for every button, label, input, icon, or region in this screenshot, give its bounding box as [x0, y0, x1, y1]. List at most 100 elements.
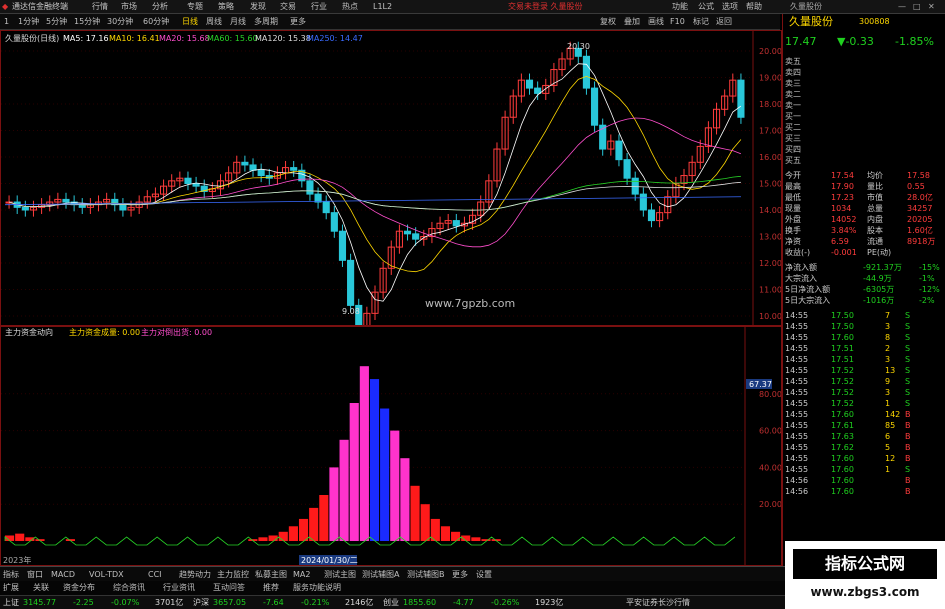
tick-cell: 17.50 [831, 322, 854, 331]
indicator-tab[interactable]: 设置 [476, 570, 492, 580]
tick-cell: 17.51 [831, 355, 854, 364]
menu-item[interactable]: 交易 [280, 2, 296, 12]
info-tab[interactable]: 推荐 [263, 583, 279, 593]
tick-row: 14:55 17.51 2 S [783, 343, 945, 354]
high-label: 20.30 [567, 42, 590, 51]
stats-cell: 8918万 [907, 237, 936, 246]
candle-body [590, 87, 599, 126]
menu-item[interactable]: 专题 [187, 2, 203, 12]
period-tab[interactable]: 15分钟 [74, 17, 100, 27]
status-cell: -0.26% [491, 598, 520, 607]
stats-cell: 0.55 [907, 182, 925, 191]
info-tab[interactable]: 资金分布 [63, 583, 95, 593]
indicator-chart[interactable]: 主力资金动向 主力资金成量: 0.00 主力对倒出货: 0.00 80.00 60… [0, 326, 782, 566]
flow-bar [339, 439, 349, 541]
indicator-tab[interactable]: 趋势动力 [179, 570, 211, 580]
info-tab[interactable]: 综合资讯 [113, 583, 145, 593]
kline-chart[interactable]: 久量股份(日线) MA5: 17.16 MA10: 16.41 MA20: 15… [0, 30, 782, 334]
toolbar-item[interactable]: 复权 [600, 17, 616, 27]
toolbar-item[interactable]: 叠加 [624, 17, 640, 27]
period-tab[interactable]: 60分钟 [143, 17, 169, 27]
tick-cell: 3 [885, 355, 891, 364]
toolbar-item[interactable]: 标记 [693, 17, 709, 27]
menu-item[interactable]: 行情 [92, 2, 108, 12]
stats-cell: 3.84% [831, 226, 857, 235]
period-tab-active[interactable]: 日线 [182, 17, 198, 27]
period-toolbar: 1 1分钟 5分钟 15分钟 30分钟 60分钟 日线 周线 月线 多周期 更多… [0, 14, 780, 30]
stats-cell: 17.23 [831, 193, 854, 202]
indicator-tab[interactable]: 私募主图 [255, 570, 287, 580]
info-tab[interactable]: 关联 [33, 583, 49, 593]
toolbar-item[interactable]: 画线 [648, 17, 664, 27]
info-tab[interactable]: 服务功能说明 [293, 583, 341, 593]
flow-bar [258, 537, 268, 541]
watermark: www.7gpzb.com [425, 297, 515, 310]
info-tab[interactable]: 扩展 [3, 583, 19, 593]
indicator-tab[interactable]: 主力监控 [217, 570, 249, 580]
period-tab[interactable]: 1 [4, 17, 9, 27]
menu-right[interactable]: 公式 [698, 2, 714, 12]
indicator-tab[interactable]: 窗口 [27, 570, 43, 580]
indicator-tab[interactable]: VOL-TDX [89, 570, 124, 580]
menu-item[interactable]: 行业 [311, 2, 327, 12]
indicator-tab[interactable]: 测试主图 [324, 570, 356, 580]
close-icon[interactable]: ✕ [928, 2, 935, 12]
status-cell: 3657.05 [213, 598, 247, 607]
indicator-svg: 主力资金动向 主力资金成量: 0.00 主力对倒出货: 0.00 80.00 60… [1, 327, 782, 565]
tick-cell: 14:55 [785, 344, 809, 353]
period-tab[interactable]: 1分钟 [18, 17, 39, 27]
indicator-tab[interactable]: MA2 [293, 570, 310, 580]
indicator-tab[interactable]: 测试辅图B [407, 570, 445, 580]
more-tab[interactable]: 更多 [290, 17, 306, 27]
toolbar-item[interactable]: 返回 [716, 17, 732, 27]
tick-row: 14:55 17.52 3 S [783, 387, 945, 398]
book-label: 卖一 [785, 101, 801, 110]
quote-name: 久量股份 [789, 15, 833, 28]
tick-cell: 14:55 [785, 333, 809, 342]
status-cell: -7.64 [263, 598, 284, 607]
tick-row: 14:56 17.60 B [783, 475, 945, 486]
menu-right[interactable]: 选项 [722, 2, 738, 12]
indicator-tab[interactable]: CCI [148, 570, 162, 580]
notice-text[interactable]: 交易未登录 久量股份 [508, 2, 583, 12]
ma-label: MA5: 17.16 [63, 34, 109, 43]
flow-row: 净流入额 -921.37万 -15% [783, 262, 945, 273]
period-tab[interactable]: 月线 [230, 17, 246, 27]
candle-body [647, 209, 656, 222]
book-label: 买二 [785, 123, 801, 132]
info-tab[interactable]: 互动问答 [213, 583, 245, 593]
menu-right[interactable]: 帮助 [746, 2, 762, 12]
tick-cell: 14:55 [785, 322, 809, 331]
tick-cell: 85 [885, 421, 896, 430]
maximize-icon[interactable]: □ [913, 2, 921, 12]
tick-cell: 17.60 [831, 465, 854, 474]
title-bar: ◆ 通达信金融终端 行情 市场 分析 专题 策略 发现 交易 行业 热点 L1L… [0, 0, 945, 14]
candle-body [615, 140, 623, 161]
menu-item[interactable]: L1L2 [373, 2, 392, 12]
flow-bar [309, 507, 319, 541]
indicator-tab[interactable]: 测试辅图A [362, 570, 399, 580]
indicator-tab[interactable]: 指标 [3, 570, 19, 580]
indicator-tab[interactable]: 更多 [452, 570, 468, 580]
menu-right[interactable]: 功能 [672, 2, 688, 12]
menu-item[interactable]: 发现 [250, 2, 266, 12]
period-tab[interactable]: 30分钟 [107, 17, 133, 27]
indicator-tab[interactable]: MACD [51, 570, 75, 580]
menu-item[interactable]: 策略 [218, 2, 234, 12]
menu-item[interactable]: 热点 [342, 2, 358, 12]
menu-item[interactable]: 市场 [121, 2, 137, 12]
minimize-icon[interactable]: — [898, 2, 906, 12]
status-cell: 3701亿 [155, 598, 184, 607]
flow-row: 5日净流入额 -6305万 -12% [783, 284, 945, 295]
info-tab[interactable]: 行业资讯 [163, 583, 195, 593]
period-tab[interactable]: 5分钟 [46, 17, 67, 27]
y-tick: 15.00 [759, 180, 781, 189]
menu-item[interactable]: 分析 [152, 2, 168, 12]
flow-cell: 净流入额 [785, 263, 817, 272]
tick-cell: S [905, 311, 911, 320]
period-tab[interactable]: 多周期 [254, 17, 278, 27]
tick-cell: S [905, 344, 911, 353]
toolbar-item[interactable]: F10 [670, 17, 685, 27]
period-tab[interactable]: 周线 [206, 17, 222, 27]
stats-row: 最低 17.23 市值 28.0亿 [783, 192, 945, 203]
